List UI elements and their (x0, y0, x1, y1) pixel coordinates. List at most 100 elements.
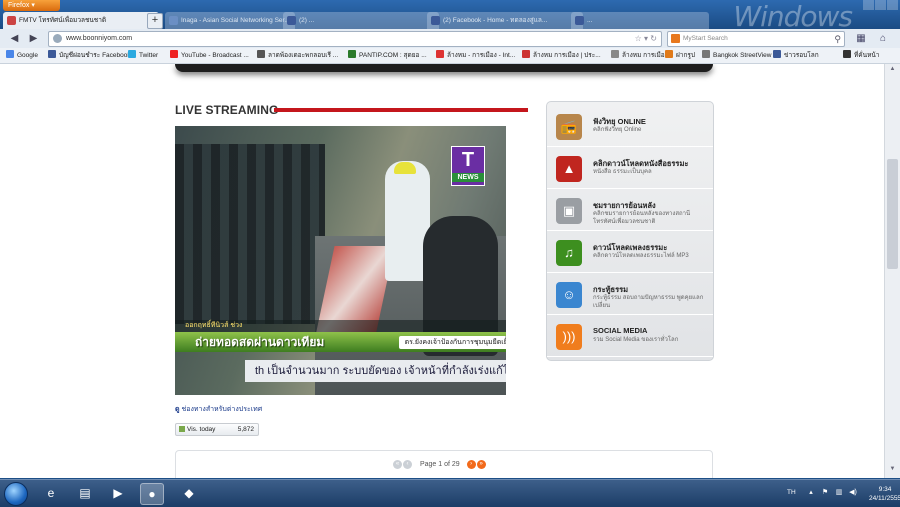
file-explorer-icon[interactable]: ▤ (74, 483, 96, 503)
tab-inaga[interactable]: Inaga - Asian Social Networking Ser... (165, 12, 295, 29)
first-page-button[interactable]: « (393, 460, 402, 469)
search-icon[interactable]: ⚲ (834, 32, 841, 46)
bookmark-item[interactable]: ล้างหม การเมือง | ประ... (522, 48, 601, 63)
sidebar-item[interactable]: ♫ ดาวน์โหลดเพลงธรรมะ คลิกดาวน์โหลดเพลงธรรม… (547, 232, 713, 273)
close-window-button[interactable] (887, 0, 898, 10)
app-icon[interactable]: ◆ (178, 483, 200, 503)
sidebar-item[interactable]: ▲ คลิกดาวน์โหลดหนังสือธรรมะ หนังสือ ธรรมะเ… (547, 148, 713, 189)
system-tray: TH ▴ ⚑ ▥ ◀) 9:34 24/11/2555 (785, 480, 900, 507)
bookmark-favicon-icon (773, 50, 781, 58)
visit-counter-value: 5,872 (237, 426, 254, 433)
radio-icon: 📻 (556, 114, 582, 140)
search-placeholder: MyStart Search (683, 35, 728, 42)
sidebar-item[interactable]: ▣ ชมรายการย้อนหลัง คลิกชมรายการย้อนหลังของ… (547, 190, 713, 231)
page-scrollbar[interactable]: ▲ ▼ (884, 64, 900, 478)
bookmark-item[interactable]: ลาดพ้องเดอะพกลอบเรี ... (257, 48, 338, 63)
bookmark-item[interactable]: บัญชีผ่อนชำระ Facebook (48, 48, 131, 63)
bookmark-favicon-icon (348, 50, 356, 58)
bookmark-item[interactable]: ข่าวรอบโลก (773, 48, 819, 63)
home-icon[interactable]: ⌂ (877, 33, 889, 45)
video-ticker-headline: ตร.ยังคงเจ้าป้องกันการชุมนุมยืดเยื้อ (398, 336, 506, 349)
bookmark-item[interactable]: ล้างหม การเมือง (611, 48, 668, 63)
tab-title: Inaga - Asian Social Networking Ser... (181, 17, 290, 24)
browser-titlebar: Firefox ▾ Windows FMTV โทรทัศน์เพื่อมวลช… (0, 0, 900, 33)
url-actions[interactable]: ☆ ▾ ↻ (635, 32, 657, 46)
new-tab-button[interactable]: + (147, 13, 163, 29)
window-caption-buttons[interactable] (862, 0, 898, 11)
bookmark-item[interactable]: YouTube - Broadcast ... (170, 48, 249, 63)
tab-favicon-icon (431, 16, 440, 25)
start-button[interactable] (4, 482, 28, 506)
clock-date: 24/11/2555 (869, 495, 900, 502)
live-video-player[interactable]: T NEWS ออกฤทธิ์ทีนิวส์ ช่วง ถ่ายทอดสดผ่า… (175, 126, 506, 395)
last-page-button[interactable]: » (476, 460, 486, 469)
bookmark-star-icon[interactable]: ☆ (635, 34, 642, 43)
video-ticker-main-text: ถ่ายทอดสดผ่านดาวเทียม (195, 335, 325, 349)
sidebar-item-title: SOCIAL MEDIA (593, 326, 648, 335)
tab-fmtv[interactable]: FMTV โทรทัศน์เพื่อมวลชนชาติ ✕ (3, 12, 159, 29)
bookmark-item[interactable]: Google (6, 48, 38, 63)
sidebar-item-subtitle: กระทู้ธรรม สอบถามปัญหาธรรม พูดคุยแลกเปลี… (593, 295, 704, 309)
film-icon: ▣ (556, 198, 582, 224)
bookmark-label: ล้างหม การเมือง (622, 52, 668, 59)
media-player-icon[interactable]: ▶ (107, 483, 129, 503)
back-button[interactable]: ◀ (8, 32, 21, 45)
internet-explorer-icon[interactable]: e (40, 483, 62, 503)
firefox-icon[interactable]: ● (140, 483, 164, 505)
sidebar-item-subtitle: คลิกดาวน์โหลดเพลงธรรมะไฟล์ MP3 (593, 253, 689, 259)
bookmark-item[interactable]: ฝากรูป (665, 48, 695, 63)
bookmark-item[interactable]: ที่คั่นหน้า (843, 48, 879, 63)
bookmark-item[interactable]: Twitter (128, 48, 158, 63)
tray-arrow-icon[interactable]: ▴ (807, 489, 815, 497)
overseas-channel-link[interactable]: ช่องทางสำหรับต่างประเทศ (182, 406, 263, 413)
tab-2[interactable]: (2) ... (283, 12, 439, 29)
reload-icon[interactable]: ↻ (650, 34, 657, 43)
prev-page-button[interactable]: ‹ (403, 460, 412, 469)
sidebar-item[interactable]: 📻 ฟังวิทยุ ONLINE คลิกฟังวิทยุ Online (547, 106, 713, 147)
bookmark-favicon-icon (522, 50, 530, 58)
clock[interactable]: 9:34 24/11/2555 (869, 485, 900, 503)
minimize-button[interactable] (863, 0, 874, 10)
bookmark-label: ล้างหม การเมือง | ประ... (533, 52, 601, 59)
bookmark-item[interactable]: ล้างหม - การเมือง - Int... (436, 48, 515, 63)
tnews-logo: T NEWS (451, 146, 485, 186)
network-icon[interactable]: ▥ (835, 489, 843, 497)
scroll-thumb[interactable] (887, 159, 898, 269)
channel-link-row: ดู ช่องทางสำหรับต่างประเทศ (175, 404, 262, 415)
language-indicator[interactable]: TH (787, 489, 796, 496)
pagination: «‹ Page 1 of 29 ›» (393, 460, 487, 469)
bookmark-item[interactable]: Bangkok StreetView (702, 48, 771, 63)
forward-button[interactable]: ▶ (27, 32, 40, 45)
sidebar-item[interactable]: ☺ กระทู้ธรรม กระทู้ธรรม สอบถามปัญหาธรรม พู… (547, 274, 713, 315)
tnews-logo-sub: NEWS (452, 173, 484, 182)
next-page-button[interactable]: › (466, 460, 476, 469)
video-frame-crowd (175, 144, 325, 324)
tab-title: (2) Facebook - Home - ทดลองสู่แล... (443, 17, 548, 24)
tnews-logo-letter: T (461, 149, 475, 171)
scroll-down-icon[interactable]: ▼ (887, 466, 898, 476)
toolbar-icons: ▦ ⌂ (855, 32, 899, 45)
dropdown-icon[interactable]: ▾ (644, 34, 648, 43)
maximize-button[interactable] (875, 0, 886, 10)
bookmark-label: ที่คั่นหน้า (854, 52, 880, 59)
channel-link-prefix: ดู (175, 406, 180, 413)
tab-favicon-icon (169, 16, 178, 25)
bookmark-favicon-icon (702, 50, 710, 58)
site-identity-icon[interactable] (53, 34, 62, 43)
flag-icon[interactable]: ⚑ (821, 489, 829, 497)
volume-icon[interactable]: ◀) (849, 489, 857, 497)
pdf-icon: ▲ (556, 156, 582, 182)
search-engine-icon[interactable] (671, 34, 680, 43)
bookmark-label: ข่าวรอบโลก (784, 52, 819, 59)
url-bar[interactable]: www.boonniyom.com ☆ ▾ ↻ (48, 31, 662, 47)
tab-facebook[interactable]: (2) Facebook - Home - ทดลองสู่แล... (427, 12, 583, 29)
search-bar[interactable]: MyStart Search ⚲ (667, 31, 845, 47)
page-indicator: Page 1 of 29 (419, 461, 460, 468)
scroll-up-icon[interactable]: ▲ (887, 66, 898, 76)
sidebar-item-subtitle: คลิกชมรายการย้อนหลังของทางสถานีโทรทัศน์เ… (593, 211, 691, 225)
tab-5[interactable]: ... (571, 12, 709, 29)
bookmark-item[interactable]: PANTIP.COM : สุดยอ ... (348, 48, 427, 63)
firefox-menu-button[interactable]: Firefox ▾ (3, 0, 60, 11)
sidebar-item[interactable]: ))) SOCIAL MEDIA รวม Social Media ของเราทั… (547, 316, 713, 357)
addon-icon[interactable]: ▦ (855, 33, 867, 45)
